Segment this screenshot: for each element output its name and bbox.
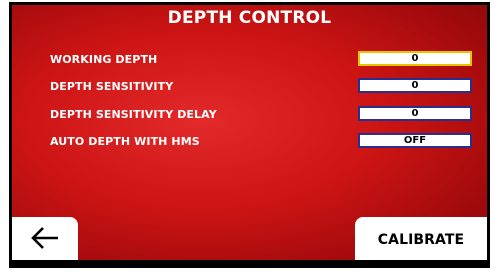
working-depth-label: WORKING DEPTH — [50, 53, 158, 66]
bottom-bar — [12, 260, 487, 263]
working-depth-field[interactable]: 0 — [358, 51, 472, 66]
depth-sensitivity-delay-field[interactable]: 0 — [358, 106, 472, 121]
depth-control-screen: DEPTH CONTROL WORKING DEPTH 0 DEPTH SENS… — [12, 5, 487, 263]
arrow-left-icon — [30, 226, 60, 254]
calibrate-button[interactable]: CALIBRATE — [355, 217, 487, 263]
auto-depth-hms-label: AUTO DEPTH WITH HMS — [50, 135, 200, 148]
depth-sensitivity-field[interactable]: 0 — [358, 78, 472, 93]
auto-depth-hms-field[interactable]: OFF — [358, 133, 472, 148]
page-title: DEPTH CONTROL — [167, 8, 332, 28]
back-button[interactable] — [12, 217, 78, 263]
depth-sensitivity-label: DEPTH SENSITIVITY — [50, 80, 174, 93]
depth-sensitivity-delay-label: DEPTH SENSITIVITY DELAY — [50, 108, 217, 121]
